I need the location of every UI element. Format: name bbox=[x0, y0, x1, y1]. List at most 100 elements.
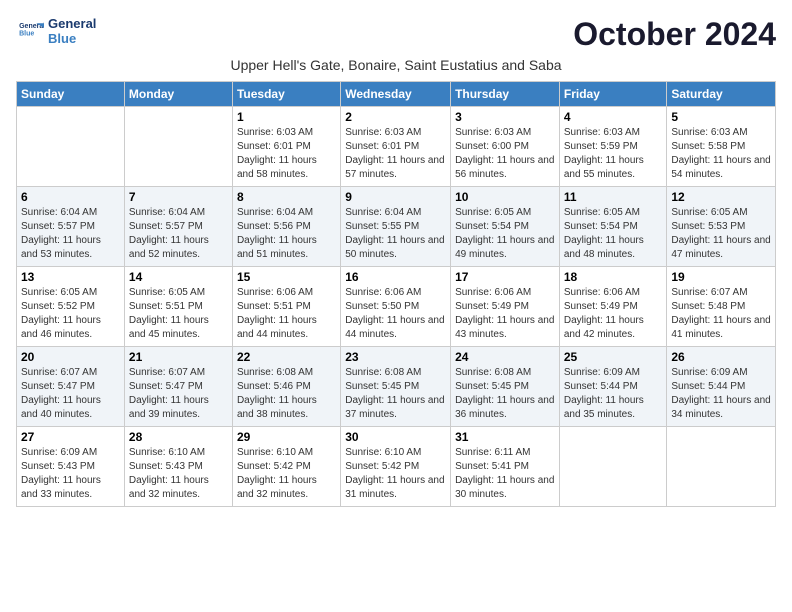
day-info: Sunrise: 6:03 AM Sunset: 6:00 PM Dayligh… bbox=[455, 126, 555, 182]
day-number: 18 bbox=[564, 270, 663, 284]
calendar-week-row: 6 Sunrise: 6:04 AM Sunset: 5:57 PM Daylig… bbox=[17, 187, 776, 267]
calendar-cell: 27 Sunrise: 6:09 AM Sunset: 5:43 PM Dayli… bbox=[17, 427, 125, 507]
calendar-cell: 31 Sunrise: 6:11 AM Sunset: 5:41 PM Dayli… bbox=[451, 427, 560, 507]
day-number: 9 bbox=[345, 190, 446, 204]
weekday-header-cell: Sunday bbox=[17, 82, 125, 107]
calendar-week-row: 27 Sunrise: 6:09 AM Sunset: 5:43 PM Dayli… bbox=[17, 427, 776, 507]
day-info: Sunrise: 6:05 AM Sunset: 5:52 PM Dayligh… bbox=[21, 286, 120, 342]
day-info: Sunrise: 6:04 AM Sunset: 5:57 PM Dayligh… bbox=[21, 206, 120, 262]
day-number: 28 bbox=[129, 430, 228, 444]
calendar-cell: 21Sunrise: 6:07 AM Sunset: 5:47 PM Dayli… bbox=[124, 347, 232, 427]
day-info: Sunrise: 6:08 AM Sunset: 5:46 PM Dayligh… bbox=[237, 366, 336, 422]
day-info: Sunrise: 6:04 AM Sunset: 5:57 PM Dayligh… bbox=[129, 206, 228, 262]
day-info: Sunrise: 6:06 AM Sunset: 5:51 PM Dayligh… bbox=[237, 286, 336, 342]
calendar-cell: 28 Sunrise: 6:10 AM Sunset: 5:43 PM Dayli… bbox=[124, 427, 232, 507]
calendar-cell: 2Sunrise: 6:03 AM Sunset: 6:01 PM Daylig… bbox=[341, 107, 451, 187]
calendar-cell bbox=[559, 427, 667, 507]
day-info: Sunrise: 6:07 AM Sunset: 5:48 PM Dayligh… bbox=[671, 286, 771, 342]
day-info: Sunrise: 6:05 AM Sunset: 5:51 PM Dayligh… bbox=[129, 286, 228, 342]
day-number: 23 bbox=[345, 350, 446, 364]
logo: General Blue General Blue bbox=[16, 16, 96, 46]
day-info: Sunrise: 6:04 AM Sunset: 5:56 PM Dayligh… bbox=[237, 206, 336, 262]
day-number: 8 bbox=[237, 190, 336, 204]
day-number: 20 bbox=[21, 350, 120, 364]
calendar-week-row: 20 Sunrise: 6:07 AM Sunset: 5:47 PM Dayli… bbox=[17, 347, 776, 427]
calendar-cell: 10 Sunrise: 6:05 AM Sunset: 5:54 PM Dayli… bbox=[451, 187, 560, 267]
day-number: 16 bbox=[345, 270, 446, 284]
calendar-cell: 6 Sunrise: 6:04 AM Sunset: 5:57 PM Daylig… bbox=[17, 187, 125, 267]
day-info: Sunrise: 6:09 AM Sunset: 5:43 PM Dayligh… bbox=[21, 446, 120, 502]
calendar-cell: 22 Sunrise: 6:08 AM Sunset: 5:46 PM Dayli… bbox=[232, 347, 340, 427]
day-number: 19 bbox=[671, 270, 771, 284]
day-info: Sunrise: 6:10 AM Sunset: 5:43 PM Dayligh… bbox=[129, 446, 228, 502]
day-info: Sunrise: 6:07 AM Sunset: 5:47 PM Dayligh… bbox=[21, 366, 120, 422]
month-title: October 2024 bbox=[573, 16, 776, 53]
day-number: 14 bbox=[129, 270, 228, 284]
calendar-week-row: 1 Sunrise: 6:03 AM Sunset: 6:01 PM Daylig… bbox=[17, 107, 776, 187]
calendar-cell: 24 Sunrise: 6:08 AM Sunset: 5:45 PM Dayli… bbox=[451, 347, 560, 427]
day-info: Sunrise: 6:05 AM Sunset: 5:53 PM Dayligh… bbox=[671, 206, 771, 262]
day-number: 27 bbox=[21, 430, 120, 444]
day-number: 24 bbox=[455, 350, 555, 364]
calendar-cell: 26 Sunrise: 6:09 AM Sunset: 5:44 PM Dayli… bbox=[667, 347, 776, 427]
calendar-cell: 20 Sunrise: 6:07 AM Sunset: 5:47 PM Dayli… bbox=[17, 347, 125, 427]
weekday-header-cell: Saturday bbox=[667, 82, 776, 107]
day-number: 15 bbox=[237, 270, 336, 284]
day-number: 17 bbox=[455, 270, 555, 284]
calendar-week-row: 13Sunrise: 6:05 AM Sunset: 5:52 PM Dayli… bbox=[17, 267, 776, 347]
calendar-cell: 13Sunrise: 6:05 AM Sunset: 5:52 PM Dayli… bbox=[17, 267, 125, 347]
calendar-cell: 25 Sunrise: 6:09 AM Sunset: 5:44 PM Dayli… bbox=[559, 347, 667, 427]
day-info: Sunrise: 6:08 AM Sunset: 5:45 PM Dayligh… bbox=[455, 366, 555, 422]
day-number: 3 bbox=[455, 110, 555, 124]
day-number: 26 bbox=[671, 350, 771, 364]
day-info: Sunrise: 6:05 AM Sunset: 5:54 PM Dayligh… bbox=[564, 206, 663, 262]
calendar-cell: 11 Sunrise: 6:05 AM Sunset: 5:54 PM Dayli… bbox=[559, 187, 667, 267]
day-info: Sunrise: 6:05 AM Sunset: 5:54 PM Dayligh… bbox=[455, 206, 555, 262]
day-info: Sunrise: 6:06 AM Sunset: 5:49 PM Dayligh… bbox=[564, 286, 663, 342]
calendar-cell bbox=[667, 427, 776, 507]
weekday-header-cell: Tuesday bbox=[232, 82, 340, 107]
day-number: 29 bbox=[237, 430, 336, 444]
day-info: Sunrise: 6:10 AM Sunset: 5:42 PM Dayligh… bbox=[237, 446, 336, 502]
day-info: Sunrise: 6:06 AM Sunset: 5:50 PM Dayligh… bbox=[345, 286, 446, 342]
calendar-cell: 14 Sunrise: 6:05 AM Sunset: 5:51 PM Dayli… bbox=[124, 267, 232, 347]
calendar-cell: 8 Sunrise: 6:04 AM Sunset: 5:56 PM Daylig… bbox=[232, 187, 340, 267]
calendar-cell: 5Sunrise: 6:03 AM Sunset: 5:58 PM Daylig… bbox=[667, 107, 776, 187]
day-info: Sunrise: 6:09 AM Sunset: 5:44 PM Dayligh… bbox=[671, 366, 771, 422]
day-number: 6 bbox=[21, 190, 120, 204]
calendar-cell: 19 Sunrise: 6:07 AM Sunset: 5:48 PM Dayli… bbox=[667, 267, 776, 347]
day-number: 30 bbox=[345, 430, 446, 444]
day-info: Sunrise: 6:08 AM Sunset: 5:45 PM Dayligh… bbox=[345, 366, 446, 422]
day-number: 11 bbox=[564, 190, 663, 204]
day-info: Sunrise: 6:03 AM Sunset: 6:01 PM Dayligh… bbox=[345, 126, 446, 182]
calendar-cell: 7 Sunrise: 6:04 AM Sunset: 5:57 PM Daylig… bbox=[124, 187, 232, 267]
calendar-cell: 12 Sunrise: 6:05 AM Sunset: 5:53 PM Dayli… bbox=[667, 187, 776, 267]
day-info: Sunrise: 6:11 AM Sunset: 5:41 PM Dayligh… bbox=[455, 446, 555, 502]
day-number: 25 bbox=[564, 350, 663, 364]
day-number: 4 bbox=[564, 110, 663, 124]
day-info: Sunrise: 6:09 AM Sunset: 5:44 PM Dayligh… bbox=[564, 366, 663, 422]
weekday-header-cell: Monday bbox=[124, 82, 232, 107]
calendar-table: SundayMondayTuesdayWednesdayThursdayFrid… bbox=[16, 81, 776, 507]
day-number: 12 bbox=[671, 190, 771, 204]
day-info: Sunrise: 6:03 AM Sunset: 5:59 PM Dayligh… bbox=[564, 126, 663, 182]
day-number: 1 bbox=[237, 110, 336, 124]
weekday-header-cell: Friday bbox=[559, 82, 667, 107]
calendar-cell: 16 Sunrise: 6:06 AM Sunset: 5:50 PM Dayli… bbox=[341, 267, 451, 347]
day-number: 10 bbox=[455, 190, 555, 204]
logo-icon: General Blue bbox=[16, 17, 44, 45]
day-number: 22 bbox=[237, 350, 336, 364]
weekday-header-cell: Thursday bbox=[451, 82, 560, 107]
day-info: Sunrise: 6:03 AM Sunset: 6:01 PM Dayligh… bbox=[237, 126, 336, 182]
day-number: 21 bbox=[129, 350, 228, 364]
day-info: Sunrise: 6:10 AM Sunset: 5:42 PM Dayligh… bbox=[345, 446, 446, 502]
calendar-cell bbox=[124, 107, 232, 187]
logo-text: General Blue bbox=[48, 16, 96, 46]
calendar-cell: 1 Sunrise: 6:03 AM Sunset: 6:01 PM Daylig… bbox=[232, 107, 340, 187]
calendar-cell bbox=[17, 107, 125, 187]
calendar-cell: 15 Sunrise: 6:06 AM Sunset: 5:51 PM Dayli… bbox=[232, 267, 340, 347]
day-number: 31 bbox=[455, 430, 555, 444]
calendar-cell: 17Sunrise: 6:06 AM Sunset: 5:49 PM Dayli… bbox=[451, 267, 560, 347]
calendar-cell: 30 Sunrise: 6:10 AM Sunset: 5:42 PM Dayli… bbox=[341, 427, 451, 507]
day-number: 7 bbox=[129, 190, 228, 204]
